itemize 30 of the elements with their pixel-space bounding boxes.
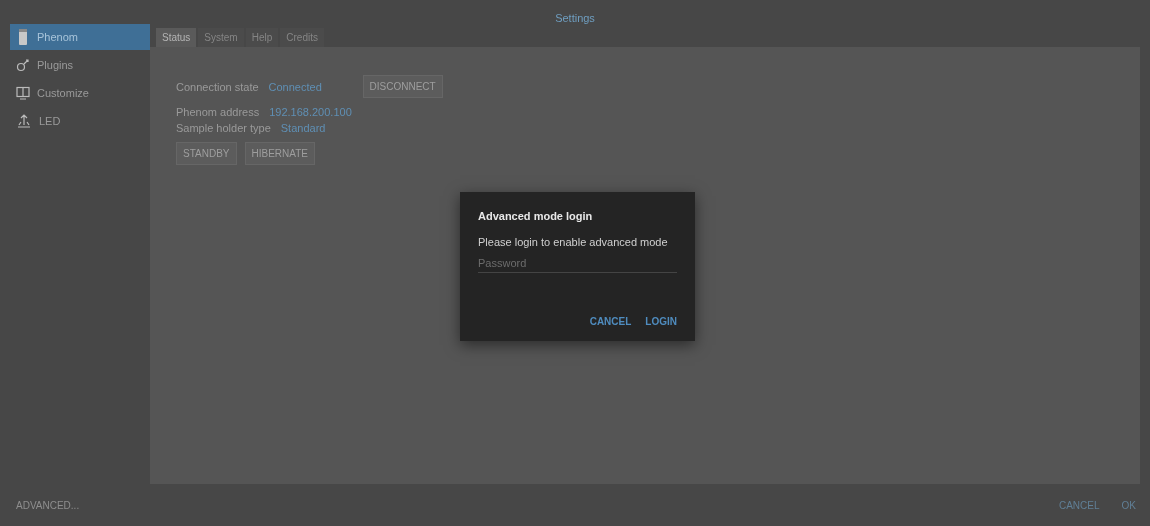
field-value: Standard: [280, 122, 326, 134]
sidebar-item[interactable]: LED: [10, 108, 150, 134]
plug-icon: [16, 58, 30, 72]
dialog-button[interactable]: OK: [1117, 495, 1140, 515]
tab[interactable]: Help: [245, 28, 279, 47]
password-field[interactable]: Password: [478, 254, 677, 273]
field-value: Connected: [268, 80, 323, 93]
tab[interactable]: System: [198, 28, 244, 47]
tab[interactable]: Credits: [280, 28, 324, 47]
sidebar-item[interactable]: Plugins: [10, 52, 150, 78]
field-label: Connection state: [176, 80, 259, 93]
field-label: Phenom address: [176, 106, 260, 118]
sidebar-item[interactable]: Phenom: [10, 24, 150, 50]
window-title: Settings: [555, 12, 595, 26]
tab[interactable]: Status: [156, 28, 197, 47]
power-button[interactable]: STANDBY: [176, 142, 237, 165]
monitor-icon: [16, 86, 30, 100]
dialog-button[interactable]: CANCEL: [589, 312, 632, 331]
field-value: 192.168.200.100: [269, 106, 352, 118]
lamp-icon: [16, 113, 32, 129]
field-label: Sample holder type: [176, 122, 271, 134]
power-button[interactable]: HIBERNATE: [244, 142, 315, 165]
sidebar-item[interactable]: Customize: [10, 80, 150, 106]
advanced-button[interactable]: ADVANCED...: [12, 495, 84, 515]
disconnect-button[interactable]: DISCONNECT: [362, 75, 443, 98]
dialog-button[interactable]: CANCEL: [1054, 495, 1104, 515]
dialog-button[interactable]: LOGIN: [645, 312, 677, 331]
dialog-title: Advanced mode login: [478, 210, 594, 222]
cylinder-icon: [16, 28, 30, 46]
dialog-message: Please login to enable advanced mode: [478, 236, 669, 248]
